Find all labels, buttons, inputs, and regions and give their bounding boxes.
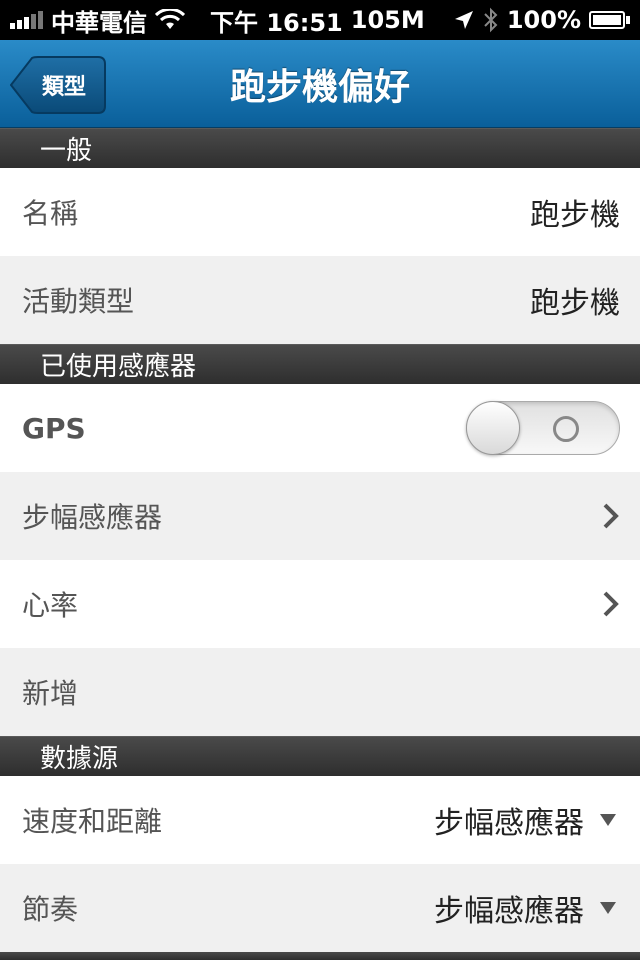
section-header-next (0, 952, 640, 960)
status-center: 下午 16:51 105M (210, 0, 425, 40)
name-label: 名稱 (22, 197, 79, 230)
section-header-data-source: 數據源 (0, 736, 640, 776)
add-sensor-row[interactable]: 新增 (0, 648, 640, 736)
gps-row: GPS (0, 384, 640, 472)
footpod-row[interactable]: 步幅感應器 (0, 472, 640, 560)
toggle-knob (466, 401, 520, 455)
heart-rate-label: 心率 (22, 589, 79, 622)
name-row[interactable]: 名稱 跑步機 (0, 168, 640, 256)
toggle-off-icon (553, 416, 579, 442)
speed-distance-value: 步幅感應器 (434, 806, 584, 841)
battery-icon (589, 11, 630, 29)
speed-distance-select[interactable]: 步幅感應器 (434, 798, 620, 842)
navigation-bar: 類型 跑步機偏好 (0, 40, 640, 128)
signal-strength-icon (10, 11, 43, 29)
speed-distance-label: 速度和距離 (22, 805, 163, 838)
section-header-sensors: 已使用感應器 (0, 344, 640, 384)
heart-rate-row[interactable]: 心率 (0, 560, 640, 648)
data-usage: 105M (350, 6, 425, 34)
battery-percent: 100% (506, 6, 581, 34)
gps-label: GPS (22, 411, 86, 445)
settings-list: 一般 名稱 跑步機 活動類型 跑步機 已使用感應器 GPS 步幅感應器 心率 新… (0, 128, 640, 960)
activity-type-row[interactable]: 活動類型 跑步機 (0, 256, 640, 344)
cadence-row[interactable]: 節奏 步幅感應器 (0, 864, 640, 952)
clock: 下午 16:51 (210, 8, 343, 37)
wifi-icon (155, 9, 185, 29)
gps-toggle[interactable] (466, 401, 620, 455)
dropdown-arrow-icon (600, 814, 616, 826)
cadence-select[interactable]: 步幅感應器 (434, 886, 620, 930)
status-left: 中華電信 (10, 3, 185, 38)
status-bar: 中華電信 下午 16:51 105M 100% (0, 0, 640, 40)
activity-type-label: 活動類型 (22, 285, 135, 318)
bluetooth-icon (484, 7, 498, 33)
page-title: 跑步機偏好 (229, 67, 410, 108)
footpod-label: 步幅感應器 (22, 501, 163, 534)
chevron-right-icon (603, 503, 619, 529)
activity-type-value: 跑步機 (530, 286, 620, 321)
carrier-name: 中華電信 (51, 8, 147, 37)
dropdown-arrow-icon (600, 902, 616, 914)
cadence-value: 步幅感應器 (434, 894, 584, 929)
status-right: 100% (453, 6, 630, 34)
speed-distance-row[interactable]: 速度和距離 步幅感應器 (0, 776, 640, 864)
name-value: 跑步機 (530, 198, 620, 233)
chevron-right-icon (603, 591, 619, 617)
cadence-label: 節奏 (22, 893, 79, 926)
section-header-general: 一般 (0, 128, 640, 168)
add-sensor-label: 新增 (22, 677, 79, 710)
location-arrow-icon (454, 11, 473, 29)
